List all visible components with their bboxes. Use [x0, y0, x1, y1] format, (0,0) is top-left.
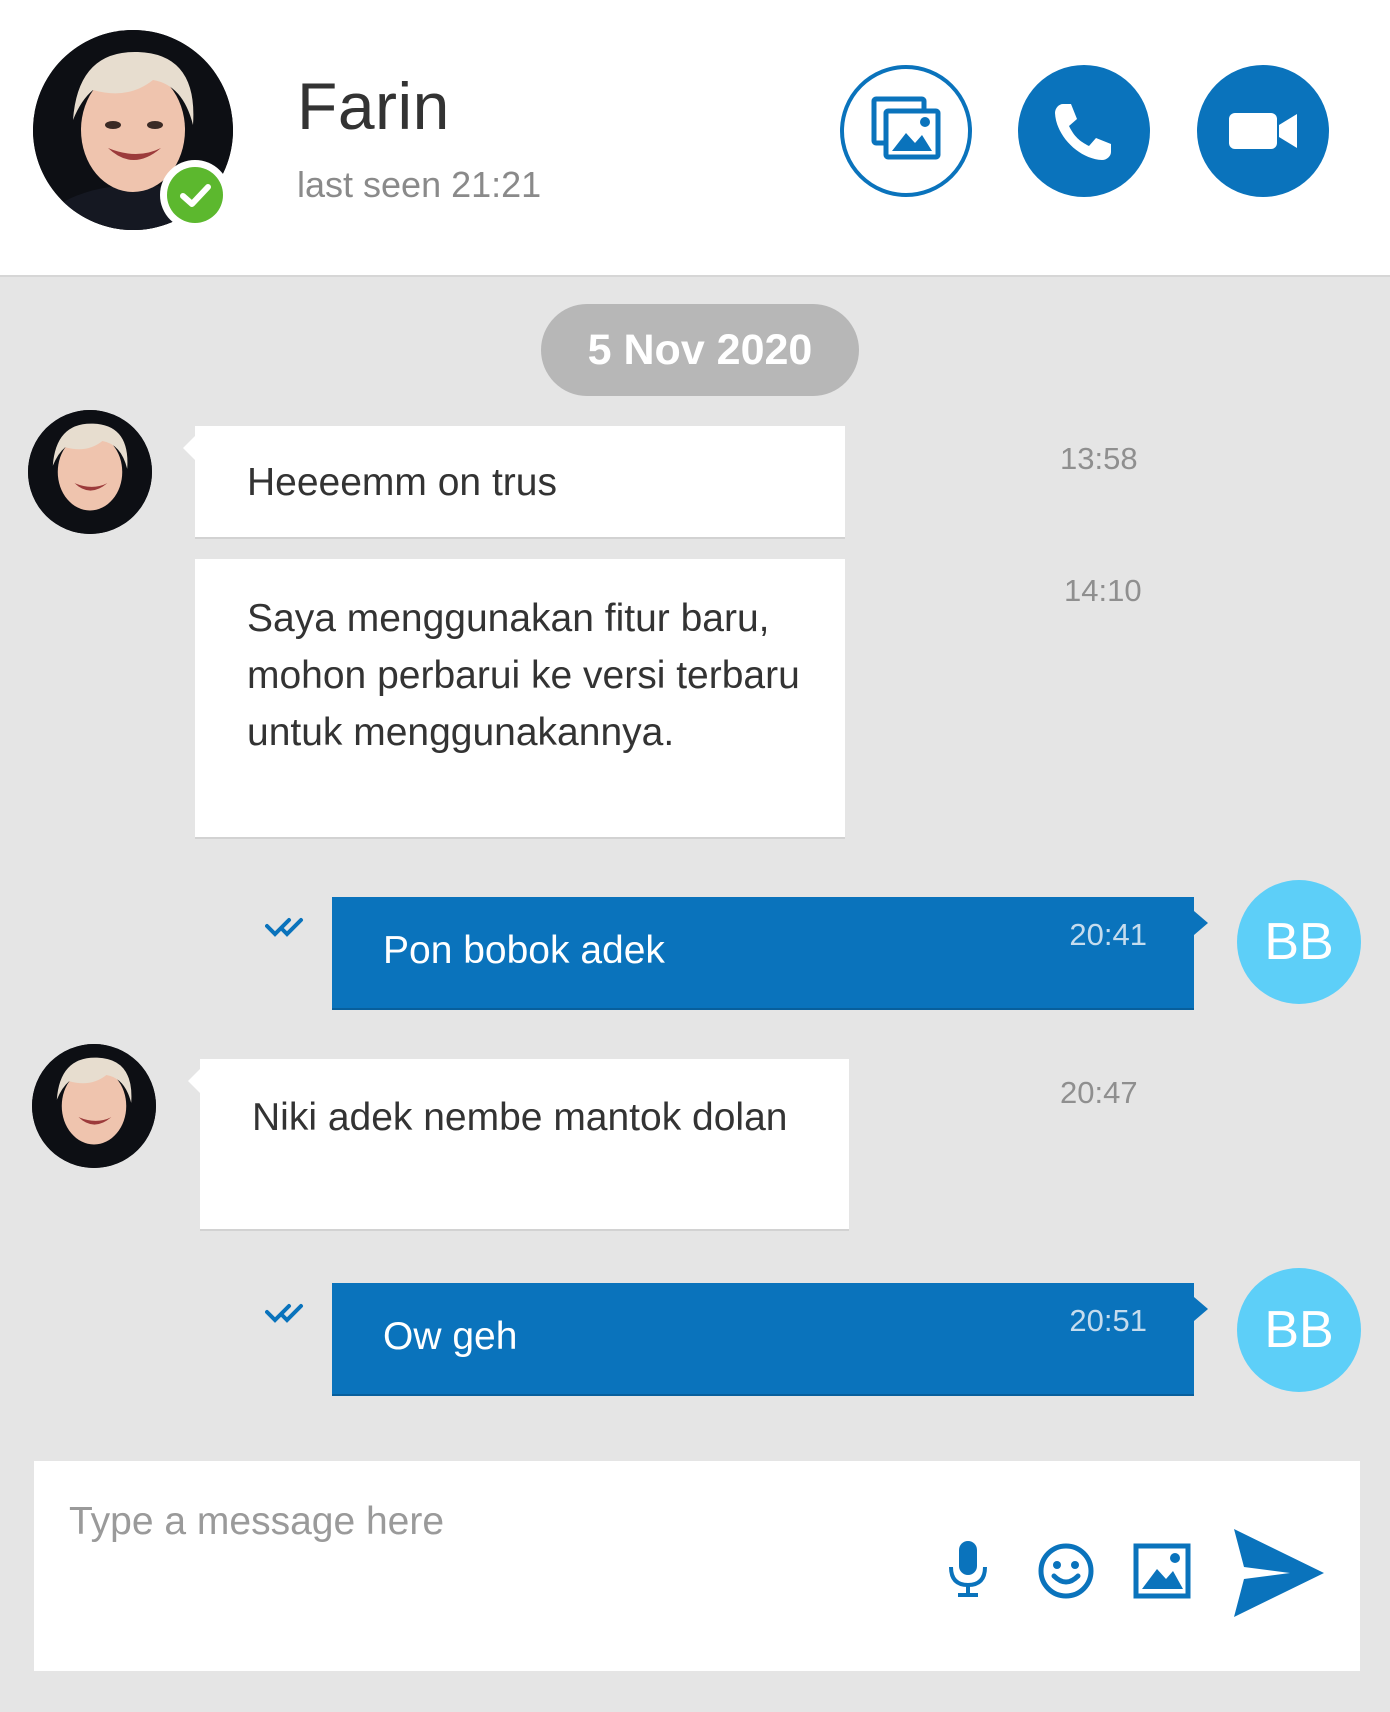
date-separator: 5 Nov 2020 [541, 304, 859, 396]
message-time: 14:10 [1064, 573, 1142, 608]
bubble-tail [188, 1069, 200, 1093]
message-composer [34, 1461, 1360, 1671]
contact-name: Farin [297, 69, 450, 143]
image-icon [1133, 1543, 1191, 1599]
message-text: Pon bobok adek [383, 929, 665, 972]
message-text: Saya menggunakan fitur baru, mohon perba… [247, 597, 800, 754]
sender-avatar[interactable]: BB [1237, 1268, 1361, 1392]
attach-image-button[interactable] [1132, 1541, 1192, 1601]
video-camera-icon [1229, 113, 1297, 149]
video-call-button[interactable] [1197, 65, 1329, 197]
send-icon [1234, 1529, 1324, 1617]
contact-avatar-small[interactable] [32, 1044, 156, 1168]
message-time: 20:51 [1069, 1303, 1147, 1338]
emoji-button[interactable] [1036, 1541, 1096, 1601]
bubble-tail [1194, 1297, 1208, 1321]
message-time: 20:41 [1069, 917, 1147, 952]
microphone-icon [949, 1541, 987, 1597]
chat-header: Farin last seen 21:21 [0, 0, 1390, 277]
message-time: 20:47 [1060, 1075, 1138, 1110]
voice-call-button[interactable] [1018, 65, 1150, 197]
message-bubble-outgoing[interactable]: Ow geh 20:51 [332, 1283, 1208, 1394]
message-bubble-outgoing[interactable]: Pon bobok adek 20:41 [332, 897, 1208, 1008]
gallery-button[interactable] [840, 65, 972, 197]
message-bubble-incoming[interactable]: Niki adek nembe mantok dolan [188, 1059, 849, 1229]
message-text: Niki adek nembe mantok dolan [252, 1096, 788, 1139]
bubble-tail [183, 436, 195, 460]
online-status-icon [160, 160, 230, 230]
message-bubble-incoming[interactable]: Saya menggunakan fitur baru, mohon perba… [195, 559, 845, 837]
phone-icon [1055, 104, 1111, 160]
message-text: Ow geh [383, 1315, 518, 1358]
contact-avatar-small[interactable] [28, 410, 152, 534]
bubble-tail [1194, 911, 1208, 935]
read-receipt-icon [265, 1304, 303, 1323]
message-time: 13:58 [1060, 441, 1138, 476]
message-text: Heeeemm on trus [247, 461, 557, 504]
message-bubble-incoming[interactable]: Heeeemm on trus [183, 426, 845, 537]
read-receipt-icon [265, 918, 303, 937]
emoji-icon [1038, 1543, 1094, 1599]
sender-avatar[interactable]: BB [1237, 880, 1361, 1004]
gallery-icon [871, 96, 941, 160]
message-input[interactable] [67, 1491, 911, 1553]
last-seen-status: last seen 21:21 [297, 164, 542, 205]
microphone-button[interactable] [942, 1537, 994, 1601]
send-button[interactable] [1228, 1523, 1328, 1623]
